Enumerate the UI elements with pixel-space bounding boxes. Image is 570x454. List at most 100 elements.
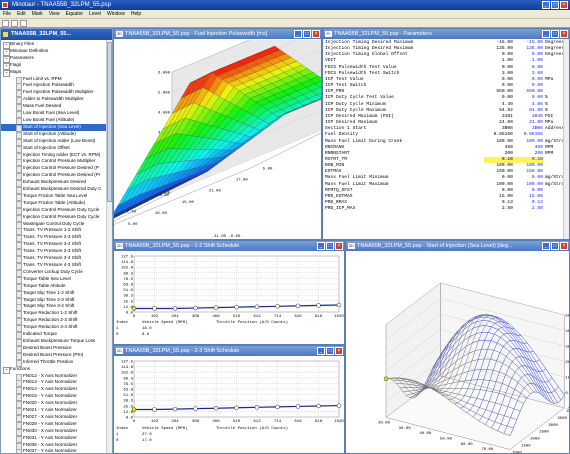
maximize-icon[interactable]: □	[551, 242, 559, 250]
tree-item[interactable]: Trans. TV Pressure 3-4 Shift	[1, 241, 112, 250]
shift12-window-title[interactable]: 2D TNAA55B_32LPM_55.psp - 1-2 Shift Sche…	[114, 241, 344, 251]
menu-item-file[interactable]: File	[3, 11, 11, 17]
save-icon[interactable]	[20, 20, 27, 27]
tree-item[interactable]: Exhaust Backpressure Torque Loss	[1, 338, 112, 346]
close-icon[interactable]: ×	[335, 242, 343, 250]
tree-item[interactable]: FN014 - X Axis Normalizer	[1, 386, 112, 395]
schedule-point[interactable]	[152, 306, 157, 311]
close-icon[interactable]: ×	[560, 1, 568, 9]
close-icon[interactable]: ×	[335, 347, 343, 355]
tree-item[interactable]: Exhaust Backpressure Desired Duty C	[1, 186, 112, 194]
tree-item[interactable]: Injection Control Pressure Multiplier	[1, 158, 112, 167]
tree-item[interactable]: Fuel Injection Pulsewidth Multiplier	[1, 89, 112, 98]
schedule-point[interactable]	[316, 403, 321, 409]
tree-item[interactable]: Target Slip Time 2-3 Shift	[1, 297, 112, 305]
scroll-thumb[interactable]	[107, 42, 112, 202]
tree-folder[interactable]: Maps	[1, 69, 112, 77]
schedule-point[interactable]	[234, 405, 239, 411]
schedule-point[interactable]	[336, 403, 342, 408]
close-icon[interactable]: ×	[560, 30, 568, 38]
tree-item[interactable]: Wastegate Control Duty Cycle	[1, 221, 112, 229]
tree-item[interactable]: Inferred Throttle Position	[1, 359, 112, 367]
tree-item[interactable]: Desired Boost Pressure (PSI)	[1, 352, 112, 360]
tree-folder[interactable]: Parameters	[1, 55, 112, 63]
param-value-edit[interactable]: 2.50	[514, 206, 544, 212]
tree-folder[interactable]: Flags	[1, 62, 112, 70]
schedule-point[interactable]	[193, 305, 198, 311]
tree-item[interactable]: Start of Injection Adder (Low Boost)	[1, 138, 112, 146]
tree-item[interactable]: Fuel Limit vs. RPM	[1, 76, 112, 84]
tree-item[interactable]: Torque Table Altitude	[1, 283, 112, 291]
menu-item-view[interactable]: View	[49, 11, 60, 17]
minimize-icon[interactable]: _	[542, 30, 550, 38]
schedule-point[interactable]	[316, 303, 321, 308]
schedule-point[interactable]	[131, 407, 137, 412]
tree-item[interactable]: Torque Friction Table (Altitude)	[1, 200, 112, 208]
close-icon[interactable]: ×	[312, 30, 320, 38]
tree-item[interactable]: Trans. TV Pressure 3-4 Shift	[1, 255, 112, 263]
tree-item[interactable]: Injection Control Pressure Desired (P	[1, 165, 112, 174]
tree-item[interactable]: Low Boost Fuel (Sea Level)	[1, 110, 112, 118]
tree-item[interactable]: Torque Friction Table Sea Level	[1, 193, 112, 201]
menu-item-equator[interactable]: Equator	[66, 11, 84, 17]
tree-item[interactable]: Mass Fuel Desired	[1, 103, 112, 112]
pulsewidth-window-title[interactable]: 3D TNAA55B_32LPM_55.psp - Fuel Injection…	[114, 29, 321, 39]
tree-item[interactable]: Injection Timing Adder (ECT vs. RPM)	[1, 152, 112, 160]
schedule-point[interactable]	[295, 404, 301, 409]
pulsewidth-3d-surface[interactable]: 0.0001.0002.0003.0004.0005.0006.00001.20…	[114, 40, 321, 240]
menu-item-mark[interactable]: Mark	[32, 11, 43, 17]
tree-item[interactable]: Exhaust Backpressure Desired	[1, 179, 112, 188]
menu-item-level[interactable]: Level	[89, 11, 101, 17]
menu-item-edit[interactable]: Edit	[17, 11, 26, 17]
maximize-icon[interactable]: □	[303, 30, 311, 38]
parameters-scrollbar[interactable]	[563, 39, 569, 239]
tree-folder[interactable]: Functions	[1, 366, 112, 374]
schedule-point[interactable]	[172, 406, 178, 412]
tree-item[interactable]: Desired Boost Pressure	[1, 345, 112, 353]
open-icon[interactable]	[11, 20, 18, 27]
schedule-point[interactable]	[254, 405, 260, 410]
maximize-icon[interactable]: □	[326, 242, 334, 250]
schedule-point[interactable]	[131, 306, 137, 311]
tree-item[interactable]: Start of Injection (Altitude)	[1, 131, 112, 139]
tree-item[interactable]: FN031 - Y Axis Normalizer	[1, 435, 112, 443]
schedule-point[interactable]	[295, 303, 301, 309]
schedule-point[interactable]	[193, 406, 198, 411]
maximize-icon[interactable]: □	[326, 347, 334, 355]
tree-item[interactable]: Adder to Pulsewidth Multiplier	[1, 96, 112, 105]
tree-item[interactable]: FN030 - X Axis Normalizer	[1, 428, 112, 436]
tree-item[interactable]: Fuel Injection Pulsewidth	[1, 82, 112, 91]
schedule-point[interactable]	[152, 407, 157, 412]
shift23-chart[interactable]: 127.5114.8102.089.376.563.851.038.325.51…	[114, 357, 344, 427]
minimize-icon[interactable]: _	[542, 242, 550, 250]
tree-item[interactable]: FN028 - Y Axis Normalizer	[1, 421, 112, 429]
tree-item[interactable]: Start of Injection Offset	[1, 145, 112, 153]
selected-point[interactable]	[383, 376, 389, 381]
tree-item[interactable]: Start of Injection (Sea Level)	[1, 123, 112, 132]
tree-item[interactable]: FN027 - X Axis Normalizer	[1, 414, 112, 422]
tree-item[interactable]: Trans. TV Pressure 1-2 Shift	[1, 227, 112, 236]
schedule-point[interactable]	[172, 306, 178, 311]
schedule-point[interactable]	[234, 304, 239, 310]
tree-item[interactable]: FN021 - Y Axis Normalizer	[1, 407, 112, 415]
tree-item[interactable]: FN036 - X Axis Normalizer	[1, 442, 112, 450]
tree-folder[interactable]: Binary Files	[1, 41, 112, 49]
close-icon[interactable]: ×	[560, 242, 568, 250]
new-icon[interactable]	[2, 20, 9, 27]
tree-item[interactable]: Torque Reduction 1-2 Shift	[1, 310, 112, 319]
tree-item[interactable]: FN020 - X Axis Normalizer	[1, 400, 112, 409]
tree-item[interactable]: Trans. TV Pressure 2-3 Shift	[1, 248, 112, 257]
schedule-point[interactable]	[336, 302, 342, 308]
tree-item[interactable]: Indicated Torque	[1, 331, 112, 339]
tree-item[interactable]: FN037 - Y Axis Normalizer	[1, 448, 112, 453]
minimize-icon[interactable]: _	[294, 30, 302, 38]
tree-item[interactable]: Injection Control Pressure Desired (Pr	[1, 172, 112, 181]
tree-item[interactable]: Trans. TV Pressure 4-3 Shift	[1, 262, 112, 270]
tree-item[interactable]: Torque Table Sea Level	[1, 276, 112, 284]
soi-3d-wireframe[interactable]: -10.0000.00010.00020.00030.00040.00050.0…	[346, 252, 569, 454]
tree-item[interactable]: Torque Reduction 3-4 Shift	[1, 324, 112, 333]
tree-item[interactable]: FN012 - X Axis Normalizer	[1, 373, 112, 381]
tree-item[interactable]: Target Slip Time 1-2 Shift	[1, 290, 112, 298]
schedule-point[interactable]	[213, 305, 219, 310]
tree-item[interactable]: Low Boost Fuel (Altitude)	[1, 117, 112, 125]
